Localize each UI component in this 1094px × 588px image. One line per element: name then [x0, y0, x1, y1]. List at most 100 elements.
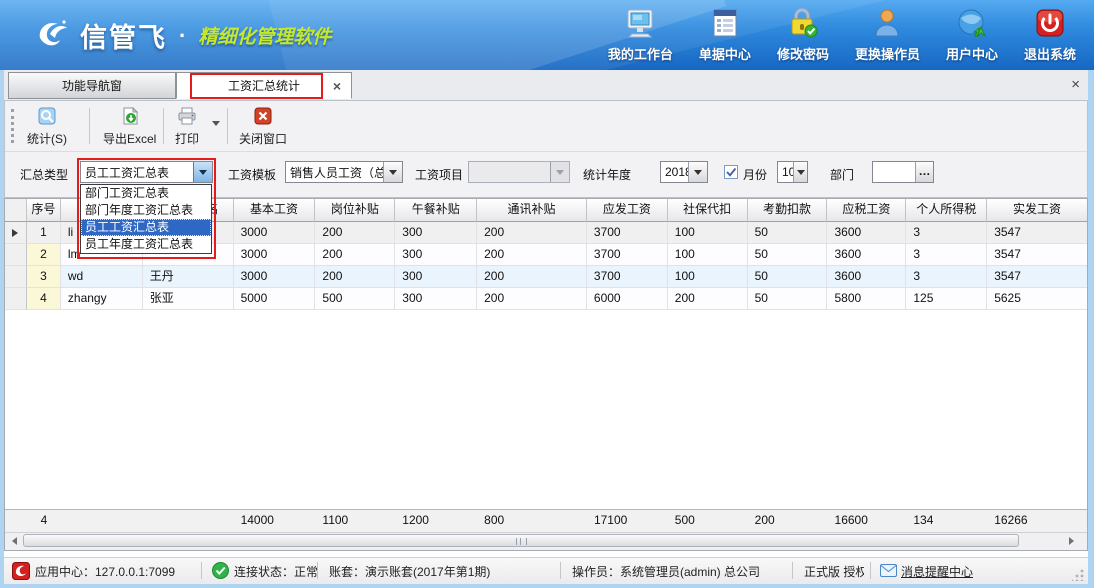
cell[interactable]: 50 — [748, 266, 828, 288]
cell[interactable]: 200 — [477, 266, 587, 288]
nav-change-password[interactable]: 修改密码 — [777, 8, 829, 63]
cell[interactable]: 3547 — [987, 244, 1087, 266]
column-header[interactable]: 序号 — [27, 199, 61, 222]
browse-ellipsis-button[interactable]: … — [915, 162, 933, 182]
cell[interactable]: 3600 — [827, 266, 906, 288]
cell[interactable]: 3 — [906, 222, 987, 244]
cell[interactable]: 3700 — [587, 266, 668, 288]
cell[interactable]: 3600 — [827, 244, 906, 266]
scrollbar-thumb[interactable] — [23, 534, 1019, 547]
message-center-link[interactable]: 消息提醒中心 — [901, 563, 973, 580]
month-checkbox[interactable] — [724, 165, 738, 179]
row-indicator-cell[interactable] — [5, 244, 27, 266]
cell[interactable]: 5800 — [827, 288, 906, 310]
cell-seq[interactable]: 1 — [27, 222, 61, 244]
horizontal-scrollbar[interactable] — [5, 532, 1087, 550]
print-button[interactable]: 打印 — [169, 105, 205, 149]
cell[interactable]: 200 — [315, 244, 395, 266]
cell-seq[interactable]: 3 — [27, 266, 61, 288]
cell[interactable]: 3 — [906, 244, 987, 266]
cell[interactable]: 3000 — [234, 222, 316, 244]
cell-code[interactable]: wd — [61, 266, 143, 288]
export-excel-button[interactable]: 导出Excel — [97, 105, 162, 149]
dropdown-option[interactable]: 部门年度工资汇总表 — [81, 202, 211, 219]
column-header[interactable]: 应税工资 — [827, 199, 906, 222]
cell[interactable]: 300 — [395, 222, 477, 244]
cell[interactable]: 3700 — [587, 222, 668, 244]
column-header[interactable]: 考勤扣款 — [748, 199, 828, 222]
cell[interactable]: 3547 — [987, 222, 1087, 244]
close-window-button[interactable]: 关闭窗口 — [233, 105, 293, 149]
column-header[interactable]: 实发工资 — [987, 199, 1087, 222]
column-header[interactable]: 基本工资 — [234, 199, 316, 222]
cell[interactable]: 3600 — [827, 222, 906, 244]
cell-seq[interactable]: 4 — [27, 288, 61, 310]
row-indicator-cell[interactable] — [5, 222, 27, 244]
column-header[interactable]: 岗位补贴 — [315, 199, 395, 222]
row-indicator-cell[interactable] — [5, 266, 27, 288]
tab-function-navigator[interactable]: 功能导航窗 — [8, 72, 176, 99]
column-header[interactable]: 应发工资 — [587, 199, 668, 222]
nav-exit-system[interactable]: 退出系统 — [1024, 8, 1076, 63]
nav-user-center[interactable]: 用户中心 — [946, 8, 998, 63]
cell[interactable]: 50 — [748, 222, 828, 244]
dropdown-option-selected[interactable]: 员工工资汇总表 — [81, 219, 211, 236]
cell[interactable]: 3 — [906, 266, 987, 288]
cell[interactable]: 50 — [748, 244, 828, 266]
scroll-right-icon[interactable] — [1063, 534, 1079, 548]
cell[interactable]: 200 — [477, 244, 587, 266]
cell[interactable]: 500 — [315, 288, 395, 310]
nav-document-center[interactable]: 单据中心 — [699, 8, 751, 63]
column-header[interactable]: 午餐补贴 — [395, 199, 477, 222]
cell[interactable]: 6000 — [587, 288, 668, 310]
toolbar-grip[interactable] — [11, 109, 17, 143]
cell[interactable]: 100 — [668, 244, 748, 266]
row-indicator-cell[interactable] — [5, 288, 27, 310]
cell[interactable]: 200 — [477, 222, 587, 244]
table-row[interactable]: 3 wd 王丹 3000 200 300 200 3700 100 50 360… — [5, 266, 1087, 288]
cell[interactable]: 200 — [477, 288, 587, 310]
chevron-down-icon[interactable] — [793, 162, 807, 182]
cell[interactable]: 200 — [315, 266, 395, 288]
resize-grip[interactable] — [1072, 569, 1084, 581]
column-header[interactable]: 通讯补贴 — [477, 199, 587, 222]
cell[interactable]: 50 — [748, 288, 828, 310]
cell[interactable]: 3000 — [234, 266, 316, 288]
cell[interactable]: 125 — [906, 288, 987, 310]
cell[interactable]: 200 — [315, 222, 395, 244]
dropdown-option[interactable]: 部门工资汇总表 — [81, 185, 211, 202]
summary-type-combo[interactable]: 员工工资汇总表 — [80, 161, 213, 183]
stat-year-combo[interactable]: 2018 — [660, 161, 708, 183]
cell[interactable]: 300 — [395, 288, 477, 310]
cell[interactable]: 3000 — [234, 244, 316, 266]
cell[interactable]: 5000 — [234, 288, 316, 310]
chevron-down-icon[interactable] — [193, 162, 212, 182]
pane-close-icon[interactable]: × — [1071, 76, 1080, 93]
nav-switch-operator[interactable]: 更换操作员 — [855, 8, 920, 63]
salary-template-combo[interactable]: 销售人员工资（总 — [285, 161, 403, 183]
cell[interactable]: 3547 — [987, 266, 1087, 288]
print-dropdown-caret[interactable] — [212, 121, 220, 126]
cell-name[interactable]: 王丹 — [143, 266, 234, 288]
table-row[interactable]: 4 zhangy 张亚 5000 500 300 200 6000 200 50… — [5, 288, 1087, 310]
department-input[interactable] — [873, 162, 915, 182]
cell[interactable]: 100 — [668, 222, 748, 244]
column-header[interactable]: 个人所得税 — [906, 199, 987, 222]
scroll-left-icon[interactable] — [6, 534, 22, 548]
cell[interactable]: 200 — [668, 288, 748, 310]
nav-my-workbench[interactable]: 我的工作台 — [608, 8, 673, 63]
cell-name[interactable]: 张亚 — [143, 288, 234, 310]
cell[interactable]: 300 — [395, 244, 477, 266]
month-combo[interactable]: 10 — [777, 161, 808, 183]
cell[interactable]: 3700 — [587, 244, 668, 266]
cell-code[interactable]: zhangy — [61, 288, 143, 310]
cell[interactable]: 5625 — [987, 288, 1087, 310]
cell-seq[interactable]: 2 — [27, 244, 61, 266]
cell[interactable]: 300 — [395, 266, 477, 288]
column-header[interactable]: 社保代扣 — [668, 199, 748, 222]
cell[interactable]: 100 — [668, 266, 748, 288]
chevron-down-icon[interactable] — [688, 162, 707, 182]
statistics-button[interactable]: 统计(S) — [21, 105, 73, 149]
tab-salary-summary[interactable]: 工资汇总统计 × — [176, 72, 352, 99]
tab-close-icon[interactable]: × — [333, 73, 341, 100]
